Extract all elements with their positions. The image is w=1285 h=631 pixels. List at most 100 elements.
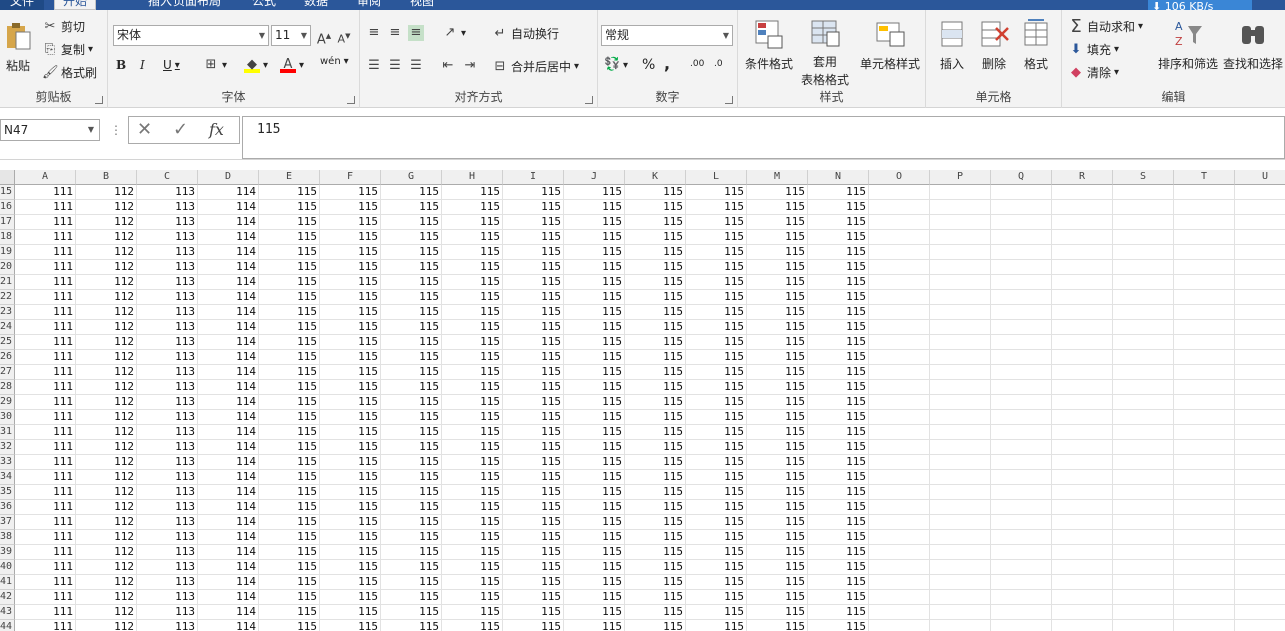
decrease-font-button[interactable]: A▼ [336,28,352,46]
grid-cell[interactable] [991,350,1052,365]
underline-button[interactable]: U ▾ [163,58,180,72]
grid-cell[interactable]: 115 [808,305,869,320]
grid-cell[interactable]: 115 [320,260,381,275]
column-header[interactable]: R [1052,170,1113,185]
grid-cell[interactable]: 115 [747,575,808,590]
phonetic-button[interactable]: wén ▾ [320,56,349,67]
align-left-button[interactable]: ☰ [366,58,382,74]
grid-cell[interactable]: 114 [198,485,259,500]
column-header[interactable]: S [1113,170,1174,185]
grid-cell[interactable]: 115 [259,440,320,455]
grid-cell[interactable]: 115 [625,560,686,575]
grid-cell[interactable]: 115 [747,290,808,305]
grid-cell[interactable]: 111 [15,320,76,335]
grid-cell[interactable] [1174,320,1235,335]
grid-cell[interactable]: 115 [686,305,747,320]
grid-cell[interactable] [1235,530,1285,545]
grid-cell[interactable] [930,545,991,560]
grid-cell[interactable]: 114 [198,245,259,260]
grid-cell[interactable]: 113 [137,425,198,440]
grid-cell[interactable]: 115 [686,545,747,560]
grid-cell[interactable] [1052,590,1113,605]
grid-cell[interactable] [1235,575,1285,590]
grid-cell[interactable]: 115 [259,245,320,260]
grid-cell[interactable]: 115 [442,335,503,350]
grid-cell[interactable]: 115 [747,620,808,631]
grid-cell[interactable] [1235,500,1285,515]
format-cells-button[interactable]: 格式 [1016,18,1056,72]
grid-cell[interactable] [930,260,991,275]
grid-cell[interactable]: 115 [808,530,869,545]
grid-cell[interactable] [991,245,1052,260]
grid-cell[interactable] [1174,290,1235,305]
grid-cell[interactable]: 115 [808,455,869,470]
grid-cell[interactable]: 115 [625,320,686,335]
grid-cell[interactable]: 115 [259,455,320,470]
grid-cell[interactable]: 115 [381,245,442,260]
grid-cell[interactable]: 115 [808,515,869,530]
grid-cell[interactable]: 115 [808,545,869,560]
grid-cell[interactable] [869,590,930,605]
merge-center-button[interactable]: ⊟ 合并后居中 ▾ [492,58,580,75]
grid-cell[interactable]: 114 [198,320,259,335]
grid-cell[interactable]: 115 [259,215,320,230]
orientation-button[interactable]: ↗ ▾ [442,25,466,41]
grid-cell[interactable] [991,500,1052,515]
grid-cell[interactable]: 115 [442,515,503,530]
grid-cell[interactable]: 115 [442,305,503,320]
grid-cell[interactable] [991,290,1052,305]
grid-cell[interactable]: 115 [259,260,320,275]
grid-cell[interactable] [991,440,1052,455]
grid-cell[interactable]: 115 [320,485,381,500]
grid-cell[interactable]: 115 [808,215,869,230]
grid-cell[interactable]: 113 [137,590,198,605]
grid-cell[interactable]: 115 [747,305,808,320]
grid-cell[interactable] [1235,560,1285,575]
grid-cell[interactable]: 115 [320,305,381,320]
grid-cell[interactable] [991,185,1052,200]
grid-cell[interactable] [869,530,930,545]
grid-cell[interactable]: 115 [442,245,503,260]
grid-cell[interactable] [930,230,991,245]
grid-cell[interactable]: 115 [564,215,625,230]
grid-cell[interactable]: 115 [381,380,442,395]
grid-cell[interactable] [1174,440,1235,455]
grid-cell[interactable]: 115 [564,500,625,515]
grid-cell[interactable]: 115 [808,470,869,485]
font-color-button[interactable]: A ▾ [280,57,304,73]
grid-cell[interactable]: 115 [320,350,381,365]
grid-cell[interactable] [1235,545,1285,560]
grid-cell[interactable]: 115 [259,500,320,515]
grid-cell[interactable] [1052,185,1113,200]
grid-cell[interactable]: 114 [198,440,259,455]
grid-cell[interactable] [869,620,930,631]
grid-cell[interactable]: 115 [747,380,808,395]
grid-cell[interactable] [991,515,1052,530]
grid-cell[interactable]: 115 [503,455,564,470]
grid-cell[interactable]: 113 [137,500,198,515]
grid-cell[interactable]: 115 [503,380,564,395]
grid-cell[interactable]: 114 [198,515,259,530]
percent-button[interactable]: % [642,57,655,73]
grid-cell[interactable]: 113 [137,410,198,425]
grid-cell[interactable] [991,260,1052,275]
grid-cell[interactable]: 111 [15,440,76,455]
grid-cell[interactable]: 115 [625,350,686,365]
grid-cell[interactable]: 115 [747,590,808,605]
grid-cell[interactable] [1174,275,1235,290]
grid-cell[interactable] [869,215,930,230]
grid-cell[interactable]: 113 [137,485,198,500]
grid-cell[interactable] [1174,335,1235,350]
grid-cell[interactable]: 113 [137,560,198,575]
grid-cell[interactable]: 115 [808,590,869,605]
grid-cell[interactable]: 115 [747,320,808,335]
grid-cell[interactable]: 111 [15,245,76,260]
grid-cell[interactable]: 115 [564,275,625,290]
grid-cell[interactable] [869,305,930,320]
tab-review[interactable]: 审阅 [357,0,381,10]
grid-cell[interactable]: 115 [564,485,625,500]
row-header[interactable]: 20 [0,260,15,275]
grid-cell[interactable]: 115 [503,530,564,545]
grid-cell[interactable]: 115 [442,455,503,470]
grid-cell[interactable] [869,245,930,260]
